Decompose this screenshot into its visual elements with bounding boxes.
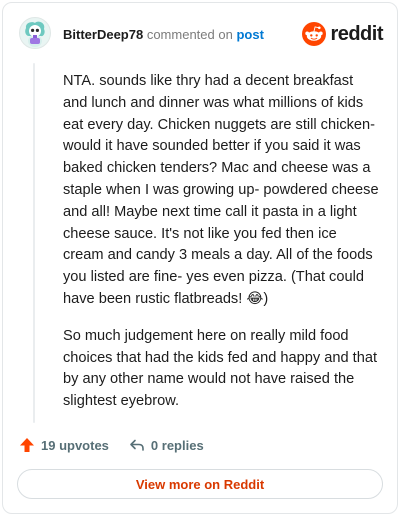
comment-footer: 19 upvotes 0 replies	[19, 435, 224, 455]
reddit-logo-icon	[302, 22, 327, 46]
byline-action: commented on	[146, 27, 233, 42]
post-link[interactable]: post	[236, 27, 263, 42]
comment-paragraph: NTA. sounds like thry had a decent break…	[63, 73, 379, 307]
brand-name: reddit	[330, 23, 383, 45]
comment-header: BitterDeep78 commented on post reddit	[3, 3, 397, 63]
upvote-button[interactable]: 19 upvotes	[19, 437, 109, 453]
comment-byline: BitterDeep78 commented on post	[63, 27, 264, 43]
thread-line	[33, 63, 35, 423]
upvote-arrow-icon	[20, 438, 34, 452]
reddit-brand[interactable]: reddit	[302, 22, 383, 46]
avatar[interactable]	[19, 17, 51, 49]
reply-arrow-icon	[130, 439, 144, 451]
embedded-comment-card: BitterDeep78 commented on post reddit NT…	[2, 2, 398, 514]
avatar-icon	[19, 17, 51, 49]
username-link[interactable]: BitterDeep78	[63, 27, 143, 42]
reply-button[interactable]: 0 replies	[129, 437, 204, 453]
reply-count: 0 replies	[150, 437, 204, 453]
comment-body: NTA. sounds like thry had a decent break…	[63, 71, 381, 428]
upvote-count: 19 upvotes	[41, 437, 109, 453]
view-more-button[interactable]: View more on Reddit	[17, 469, 383, 499]
comment-paragraph: So much judgement here on really mild fo…	[63, 327, 377, 410]
